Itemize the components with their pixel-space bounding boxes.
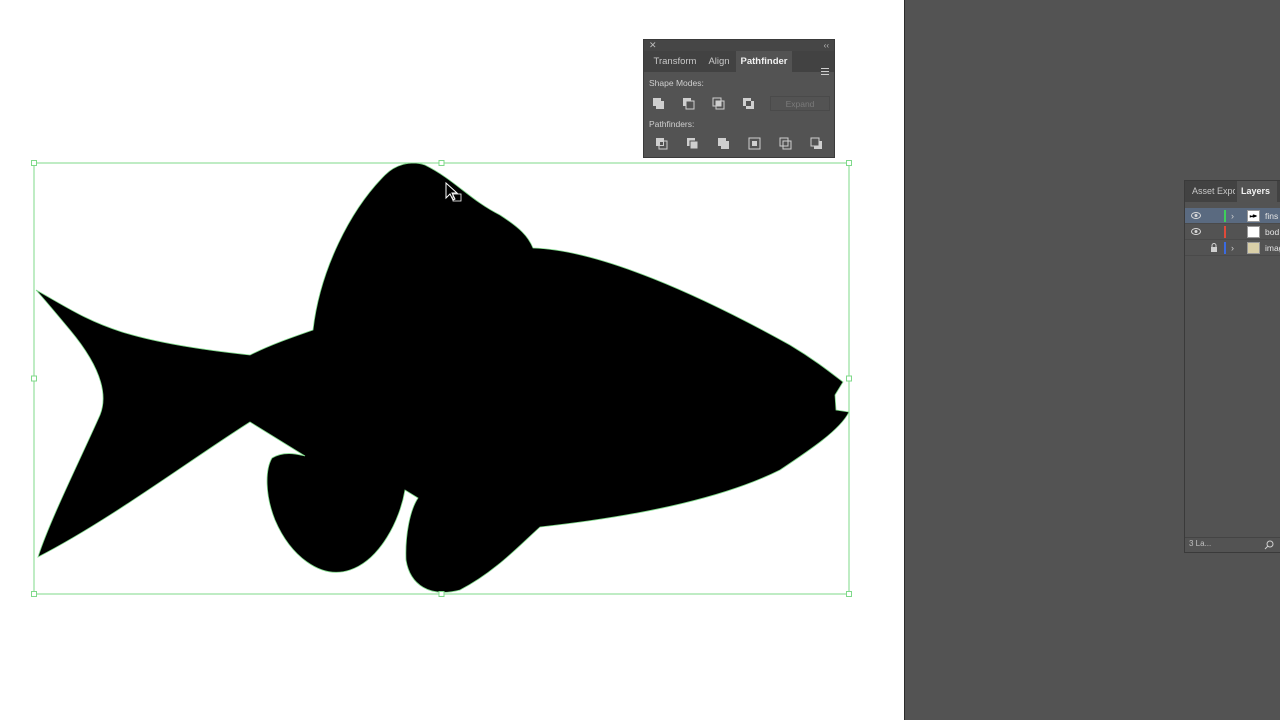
layer-color-swatch xyxy=(1224,242,1226,254)
pathfinder-panel: ✕ ‹‹ Transform Align Pathfinder Shape Mo… xyxy=(643,39,835,158)
layers-footer: 3 La... xyxy=(1185,537,1280,552)
tab-transform[interactable]: Transform xyxy=(646,51,704,72)
expand-button[interactable]: Expand xyxy=(770,96,830,111)
collapse-icon[interactable]: ‹‹ xyxy=(824,40,829,51)
layer-name[interactable]: fins xyxy=(1265,208,1278,224)
lock-icon[interactable] xyxy=(1210,243,1218,252)
minus-back-icon[interactable] xyxy=(810,137,824,151)
search-icon[interactable] xyxy=(1264,540,1274,550)
tab-asset-export[interactable]: Asset Expo xyxy=(1185,181,1235,202)
close-icon[interactable]: ✕ xyxy=(649,40,657,51)
artboard-edge xyxy=(904,0,905,720)
layer-name[interactable]: bod xyxy=(1265,224,1279,240)
layer-name[interactable]: imag xyxy=(1265,240,1280,256)
chevron-right-icon[interactable]: › xyxy=(1231,209,1234,223)
layer-thumbnail xyxy=(1247,210,1260,222)
minus-front-icon[interactable] xyxy=(682,97,696,111)
panel-menu-icon[interactable] xyxy=(821,68,829,75)
layer-count: 3 La... xyxy=(1189,539,1212,548)
layer-row-image[interactable]: › imag xyxy=(1185,240,1280,256)
eye-icon[interactable] xyxy=(1191,211,1201,220)
intersect-icon[interactable] xyxy=(712,97,726,111)
layers-panel: Asset Expo Layers › fins bod › imag 3 La… xyxy=(1184,180,1280,553)
merge-icon[interactable] xyxy=(717,137,731,151)
divide-icon[interactable] xyxy=(655,137,669,151)
tab-align[interactable]: Align xyxy=(704,51,734,72)
layer-color-swatch xyxy=(1224,210,1226,222)
chevron-right-icon[interactable]: › xyxy=(1231,241,1234,255)
pathfinders-label: Pathfinders: xyxy=(649,119,695,129)
trim-icon[interactable] xyxy=(686,137,700,151)
crop-icon[interactable] xyxy=(748,137,762,151)
panel-tabs: Asset Expo Layers xyxy=(1185,181,1280,202)
fish-shape[interactable] xyxy=(35,162,850,593)
layer-row-body[interactable]: bod xyxy=(1185,224,1280,240)
tab-layers[interactable]: Layers xyxy=(1237,181,1277,202)
unite-icon[interactable] xyxy=(652,97,666,111)
panel-titlebar[interactable]: ✕ ‹‹ xyxy=(644,40,834,51)
layer-thumbnail xyxy=(1247,242,1260,254)
layer-color-swatch xyxy=(1224,226,1226,238)
layer-row-fins[interactable]: › fins xyxy=(1185,208,1280,224)
shape-modes-label: Shape Modes: xyxy=(649,78,704,88)
layer-thumbnail xyxy=(1247,226,1260,238)
panel-tabs: Transform Align Pathfinder xyxy=(644,51,834,75)
eye-icon[interactable] xyxy=(1191,227,1201,236)
tab-pathfinder[interactable]: Pathfinder xyxy=(736,51,792,72)
exclude-icon[interactable] xyxy=(742,97,756,111)
outline-icon[interactable] xyxy=(779,137,793,151)
